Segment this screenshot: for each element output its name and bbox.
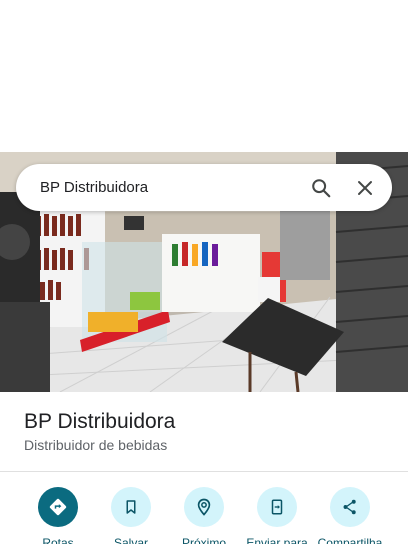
place-category: Distribuidor de bebidas [24, 437, 168, 453]
nearby-icon [197, 498, 211, 516]
place-info: BP Distribuidora Distribuidor de bebidas [0, 392, 408, 472]
clear-button[interactable] [348, 171, 382, 205]
nearby-button[interactable]: Próximo [164, 487, 244, 544]
action-label-nearby: Próximo [181, 536, 226, 544]
search-bar[interactable]: BP Distribuidora [16, 164, 392, 211]
action-label-directions: Rotas [42, 536, 74, 544]
bookmark-icon [126, 500, 136, 514]
search-query[interactable]: BP Distribuidora [40, 179, 304, 196]
action-label-share: Compartilha [317, 536, 383, 544]
directions-icon [49, 498, 67, 516]
search-button[interactable] [304, 171, 338, 205]
map-blank-area [0, 0, 408, 152]
place-title: BP Distribuidora [24, 410, 176, 433]
send-to-phone-icon [271, 499, 283, 515]
directions-button[interactable]: Rotas [18, 487, 98, 544]
send-to-phone-button[interactable]: Enviar para [237, 487, 317, 544]
action-label-save: Salvar [113, 536, 148, 544]
save-button[interactable]: Salvar [91, 487, 171, 544]
share-button[interactable]: Compartilha [310, 487, 390, 544]
share-icon [343, 499, 356, 515]
close-icon [358, 180, 372, 195]
search-icon [312, 178, 331, 197]
action-label-send: Enviar para [246, 536, 308, 544]
action-bar: Rotas Salvar Próximo Enviar para Compart… [0, 472, 408, 544]
